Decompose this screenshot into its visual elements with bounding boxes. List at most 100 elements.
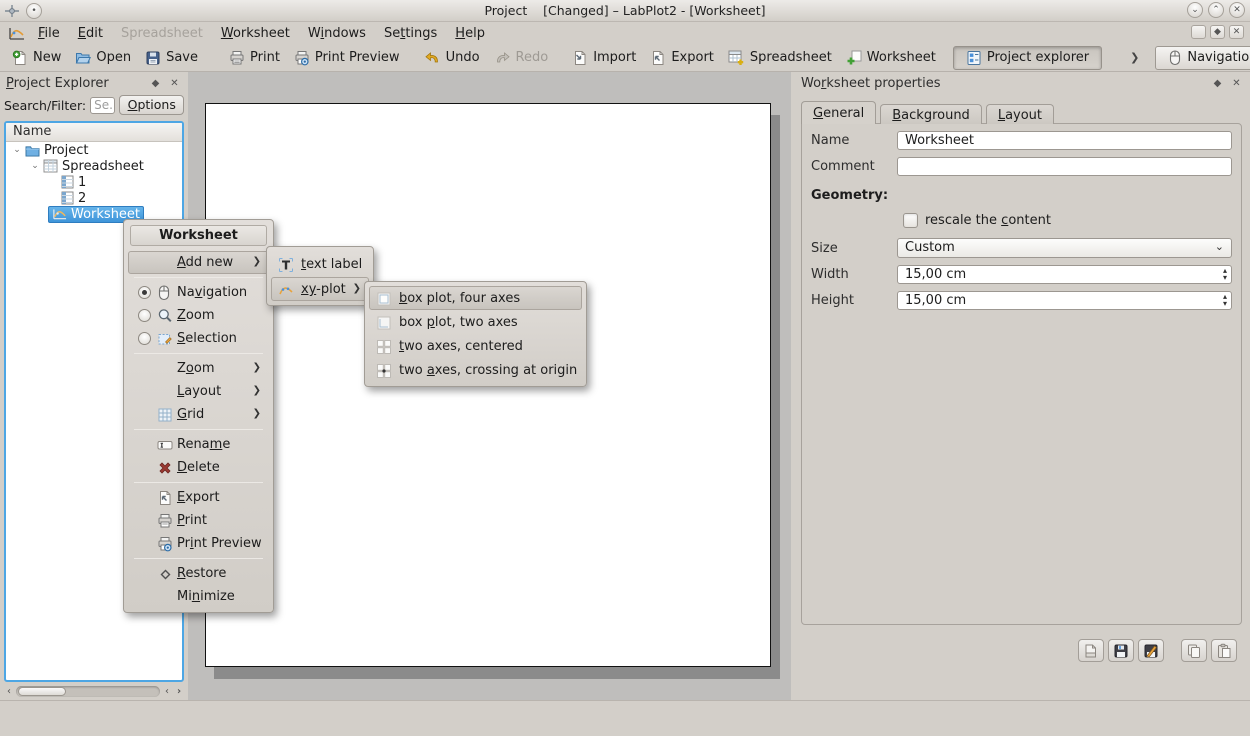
radio-icon bbox=[138, 332, 151, 345]
menu-worksheet[interactable]: Worksheet bbox=[212, 24, 299, 43]
menu-item-navigation[interactable]: Navigation bbox=[128, 281, 269, 304]
menu-item-grid-submenu[interactable]: Grid ❯ bbox=[128, 403, 269, 426]
menu-item-print-preview[interactable]: Print Preview bbox=[128, 532, 269, 555]
tree-header-name[interactable]: Name bbox=[6, 123, 182, 142]
undo-icon bbox=[424, 50, 441, 66]
paste-button[interactable] bbox=[1211, 639, 1237, 662]
menu-item-zoom-mode[interactable]: Zoom bbox=[128, 304, 269, 327]
tree-row-column-1[interactable]: 1 bbox=[6, 174, 182, 190]
menu-file[interactable]: File bbox=[29, 24, 69, 43]
diamond-icon: ◆ bbox=[152, 78, 160, 89]
menu-item-two-axes-crossing-origin[interactable]: two axes, crossing at origin bbox=[369, 358, 582, 382]
save-template-button[interactable] bbox=[1108, 639, 1134, 662]
add-spreadsheet-button[interactable]: Spreadsheet bbox=[721, 46, 839, 70]
width-label: Width bbox=[811, 267, 897, 282]
size-combobox[interactable]: Custom⌄ bbox=[897, 238, 1232, 258]
mdi-float-button[interactable]: ◆ bbox=[1210, 25, 1225, 39]
project-explorer-toggle-button[interactable]: Project explorer bbox=[953, 46, 1102, 70]
tab-layout[interactable]: Layout bbox=[986, 104, 1054, 124]
menu-item-restore[interactable]: Restore bbox=[128, 562, 269, 585]
close-icon: ✕ bbox=[1232, 78, 1240, 89]
printer-icon bbox=[229, 50, 245, 66]
spinner-arrows-icon[interactable]: ▴▾ bbox=[1223, 293, 1227, 307]
comment-field[interactable] bbox=[897, 157, 1232, 176]
options-button[interactable]: Options bbox=[119, 95, 184, 115]
minimize-button[interactable]: ⌄ bbox=[1187, 2, 1203, 18]
search-filter-input[interactable]: Se... bbox=[90, 97, 115, 114]
grid-icon bbox=[157, 407, 173, 423]
comment-label: Comment bbox=[811, 159, 897, 174]
menu-item-zoom-submenu[interactable]: Zoom ❯ bbox=[128, 357, 269, 380]
menu-item-layout-submenu[interactable]: Layout ❯ bbox=[128, 380, 269, 403]
spinner-arrows-icon[interactable]: ▴▾ bbox=[1223, 267, 1227, 281]
tree-row-column-2[interactable]: 2 bbox=[6, 190, 182, 206]
undo-button[interactable]: Undo bbox=[417, 46, 487, 70]
toolbar-extension-arrow-icon[interactable]: ❯ bbox=[1130, 51, 1139, 64]
scroll-left-icon[interactable]: ‹ bbox=[162, 686, 172, 697]
menu-item-export[interactable]: Export bbox=[128, 486, 269, 509]
tree-row-project[interactable]: ⌄ Project bbox=[6, 142, 182, 158]
scrollbar-track[interactable] bbox=[16, 686, 160, 697]
navigation-mode-button[interactable]: Navigation bbox=[1155, 46, 1250, 70]
mouse-icon bbox=[1168, 50, 1182, 66]
close-button[interactable]: ✕ bbox=[1229, 2, 1245, 18]
menu-settings[interactable]: Settings bbox=[375, 24, 446, 43]
mdi-restore-button[interactable] bbox=[1191, 25, 1206, 39]
open-button[interactable]: Open bbox=[68, 46, 138, 70]
chevron-down-icon: ⌄ bbox=[1215, 240, 1224, 253]
load-template-button[interactable] bbox=[1078, 639, 1104, 662]
height-spinbox[interactable]: 15,00 cm▴▾ bbox=[897, 291, 1232, 310]
scroll-right-icon[interactable]: › bbox=[174, 686, 184, 697]
worksheet-plus-icon bbox=[846, 50, 862, 66]
print-preview-button[interactable]: Print Preview bbox=[287, 46, 407, 70]
menu-item-two-axes-centered[interactable]: two axes, centered bbox=[369, 334, 582, 358]
save-edit-template-button[interactable] bbox=[1138, 639, 1164, 662]
tab-background[interactable]: Background bbox=[880, 104, 982, 124]
scrollbar-thumb[interactable] bbox=[18, 687, 66, 696]
menu-help[interactable]: Help bbox=[446, 24, 494, 43]
copy-button[interactable] bbox=[1181, 639, 1207, 662]
export-button[interactable]: Export bbox=[643, 46, 721, 70]
name-field[interactable]: Worksheet bbox=[897, 131, 1232, 150]
two-axes-origin-icon bbox=[376, 363, 392, 379]
save-button[interactable]: Save bbox=[138, 46, 205, 70]
add-worksheet-button[interactable]: Worksheet bbox=[839, 46, 943, 70]
print-button[interactable]: Print bbox=[222, 46, 287, 70]
properties-panel: Name Worksheet Comment Geometry: rescale… bbox=[801, 123, 1242, 625]
maximize-button[interactable]: ⌃ bbox=[1208, 2, 1224, 18]
mdi-close-button[interactable]: ✕ bbox=[1229, 25, 1244, 39]
menu-item-delete[interactable]: Delete bbox=[128, 456, 269, 479]
menu-windows[interactable]: Windows bbox=[299, 24, 375, 43]
dock-float-button[interactable]: ◆ bbox=[1210, 78, 1225, 89]
dock-float-button[interactable]: ◆ bbox=[148, 78, 163, 89]
xy-plot-icon bbox=[278, 282, 294, 296]
dock-close-button[interactable]: ✕ bbox=[167, 78, 182, 89]
tree-row-spreadsheet[interactable]: ⌄ Spreadsheet bbox=[6, 158, 182, 174]
width-spinbox[interactable]: 15,00 cm▴▾ bbox=[897, 265, 1232, 284]
new-button[interactable]: New bbox=[5, 46, 68, 70]
window-menu-button[interactable]: • bbox=[26, 3, 42, 19]
menu-item-box-plot-four-axes[interactable]: box plot, four axes bbox=[369, 286, 582, 310]
menu-edit[interactable]: Edit bbox=[69, 24, 112, 43]
expander-icon[interactable]: ⌄ bbox=[30, 161, 40, 171]
menu-item-rename[interactable]: Rename bbox=[128, 433, 269, 456]
import-button[interactable]: Import bbox=[565, 46, 643, 70]
chevron-down-icon: ⌄ bbox=[1191, 5, 1199, 15]
menu-item-xy-plot[interactable]: xy-plot ❯ bbox=[271, 277, 369, 301]
scroll-left-icon[interactable]: ‹ bbox=[4, 686, 14, 697]
menu-item-selection-mode[interactable]: Selection bbox=[128, 327, 269, 350]
tab-general[interactable]: General bbox=[801, 101, 876, 124]
horizontal-scrollbar[interactable]: ‹ ‹ › bbox=[4, 684, 184, 698]
rescale-content-checkbox[interactable] bbox=[903, 213, 918, 228]
menu-item-print[interactable]: Print bbox=[128, 509, 269, 532]
worksheet-context-menu: Worksheet Add new ❯ Navigation Zoom Sele… bbox=[123, 219, 274, 613]
menu-item-box-plot-two-axes[interactable]: box plot, two axes bbox=[369, 310, 582, 334]
menu-item-add-new[interactable]: Add new ❯ bbox=[128, 251, 269, 274]
menu-item-label: Print Preview bbox=[177, 536, 262, 551]
expander-icon[interactable]: ⌄ bbox=[12, 145, 22, 155]
close-icon: ✕ bbox=[1233, 5, 1241, 15]
menu-item-text-label[interactable]: text label bbox=[271, 251, 369, 277]
properties-dock-title: Worksheet properties ◆ ✕ bbox=[795, 72, 1250, 93]
menu-item-minimize[interactable]: Minimize bbox=[128, 585, 269, 608]
dock-close-button[interactable]: ✕ bbox=[1229, 78, 1244, 89]
